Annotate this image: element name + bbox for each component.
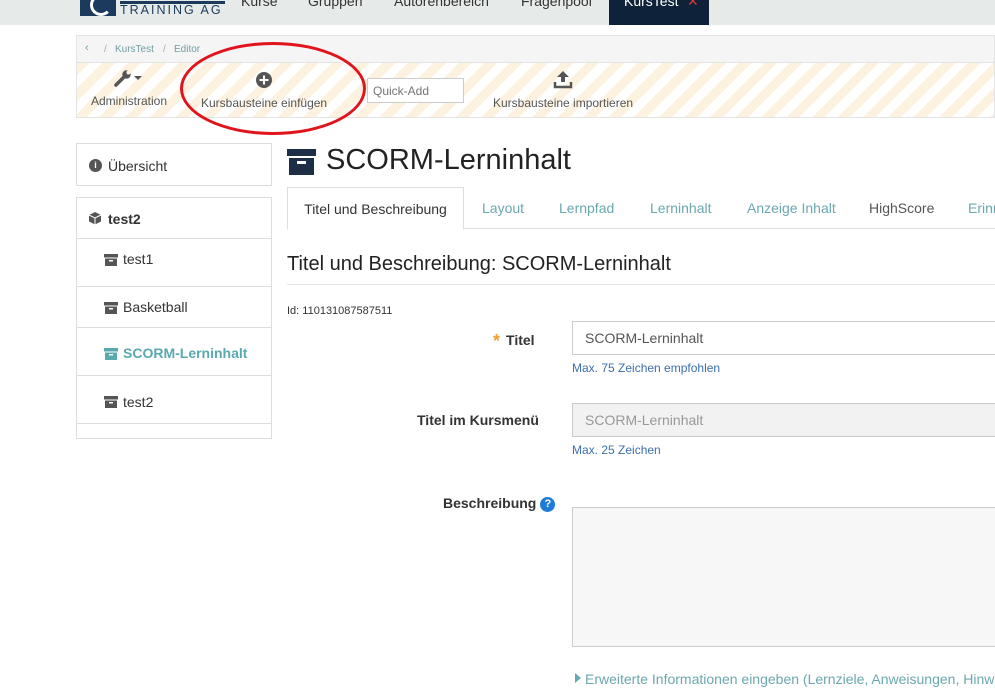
tab-lernpfad[interactable]: Lernpfad — [559, 187, 614, 229]
breadcrumb-separator: / — [104, 44, 107, 55]
nav-item-gruppen[interactable]: Gruppen — [308, 0, 362, 9]
tree-node-label: Basketball — [123, 299, 188, 315]
logo-text: TRAINING AG — [120, 3, 223, 17]
menu-title-input[interactable]: SCORM-Lerninhalt — [572, 403, 995, 437]
title-field-label: * Titel — [493, 329, 535, 351]
nav-tab-label: KursTest — [624, 0, 679, 9]
info-icon: i — [89, 159, 102, 172]
nav-tab-kurstest[interactable]: KursTest ✕ — [609, 0, 709, 25]
required-asterisk: * — [493, 331, 501, 351]
help-icon[interactable]: ? — [540, 497, 556, 512]
tab-layout[interactable]: Layout — [482, 187, 524, 229]
overview-label: Übersicht — [108, 158, 168, 174]
close-icon[interactable]: ✕ — [687, 0, 699, 10]
insert-course-elements-label: Kursbausteine einfügen — [201, 96, 328, 110]
divider — [287, 284, 995, 285]
archive-icon — [104, 395, 118, 411]
nav-item-autorenbereich[interactable]: Autorenbereich — [394, 0, 489, 9]
tab-titel-und-beschreibung[interactable]: Titel und Beschreibung — [287, 187, 464, 230]
tab-anzeige-inhalt[interactable]: Anzeige Inhalt — [747, 187, 836, 229]
element-id: Id: 110131087587511 — [287, 305, 393, 317]
tree-node-label: SCORM-Lerninhalt — [123, 345, 248, 361]
description-label-text: Beschreibung — [443, 495, 537, 511]
breadcrumb: ‹ / KursTest / Editor — [76, 35, 995, 62]
caret-right-icon — [575, 673, 581, 683]
breadcrumb-item-editor[interactable]: Editor — [174, 44, 200, 55]
section-title: Titel und Beschreibung: SCORM-Lerninhalt — [287, 253, 671, 275]
menu-title-field-label: Titel im Kursmenü — [417, 412, 539, 428]
title-input[interactable]: SCORM-Lerninhalt — [572, 321, 995, 355]
editor-tabs: Titel und Beschreibung Layout Lernpfad L… — [287, 187, 995, 230]
logo-mark — [80, 0, 116, 16]
tree-node-basketball[interactable]: Basketball — [77, 280, 271, 328]
extended-info-link[interactable]: Erweiterte Informationen eingeben (Lernz… — [575, 671, 994, 687]
page-title-text: SCORM-Lerninhalt — [326, 144, 571, 176]
plus-circle-icon — [201, 71, 327, 92]
archive-icon — [287, 149, 316, 183]
cube-icon — [88, 211, 102, 228]
tree-node-test2[interactable]: test2 — [77, 376, 271, 424]
tab-highscore[interactable]: HighScore — [869, 187, 934, 229]
tree-node-label: test2 — [108, 211, 141, 227]
archive-icon — [104, 301, 118, 317]
import-course-elements-label: Kursbausteine importieren — [493, 96, 634, 110]
top-navigation: TRAINING AG Kurse Gruppen Autorenbereich… — [0, 0, 995, 25]
chevron-left-icon[interactable]: ‹ — [85, 42, 89, 54]
menu-title-hint: Max. 25 Zeichen — [572, 443, 661, 457]
title-hint: Max. 75 Zeichen empfohlen — [572, 361, 721, 375]
administration-label: Administration — [91, 94, 168, 108]
title-label-text: Titel — [506, 332, 535, 348]
editor-toolbar: Administration Kursbausteine einfügen Ku… — [76, 62, 995, 118]
breadcrumb-item-kurstest[interactable]: KursTest — [115, 44, 154, 55]
extended-info-label: Erweiterte Informationen eingeben (Lernz… — [585, 671, 995, 687]
nav-item-fragenpool[interactable]: Fragenpool — [521, 0, 592, 9]
tree-node-scorm-lerninhalt[interactable]: SCORM-Lerninhalt — [77, 328, 271, 376]
tree-node-root[interactable]: test2 — [77, 198, 271, 239]
upload-icon — [493, 69, 633, 92]
quick-add-input[interactable] — [367, 78, 464, 103]
breadcrumb-separator: / — [163, 44, 166, 55]
archive-icon — [104, 253, 118, 269]
archive-icon — [104, 347, 118, 363]
tab-erinnerungen[interactable]: Erinn — [968, 187, 995, 229]
course-tree: test2 test1 Basketball SCORM-Lerninhalt … — [76, 197, 272, 439]
administration-button[interactable]: Administration — [91, 69, 167, 108]
description-field-label: Beschreibung? — [443, 495, 556, 512]
insert-course-elements-button[interactable]: Kursbausteine einfügen — [201, 71, 327, 110]
overview-button[interactable]: i Übersicht — [76, 143, 272, 186]
tree-node-label: test1 — [123, 251, 154, 267]
import-course-elements-button[interactable]: Kursbausteine importieren — [493, 69, 633, 110]
nav-item-kurse[interactable]: Kurse — [241, 0, 278, 9]
company-logo[interactable]: TRAINING AG — [80, 0, 225, 25]
wrench-icon — [91, 69, 167, 90]
tree-node-label: test2 — [123, 394, 154, 410]
description-editor[interactable] — [572, 507, 995, 647]
tab-lerninhalt[interactable]: Lerninhalt — [650, 187, 712, 229]
